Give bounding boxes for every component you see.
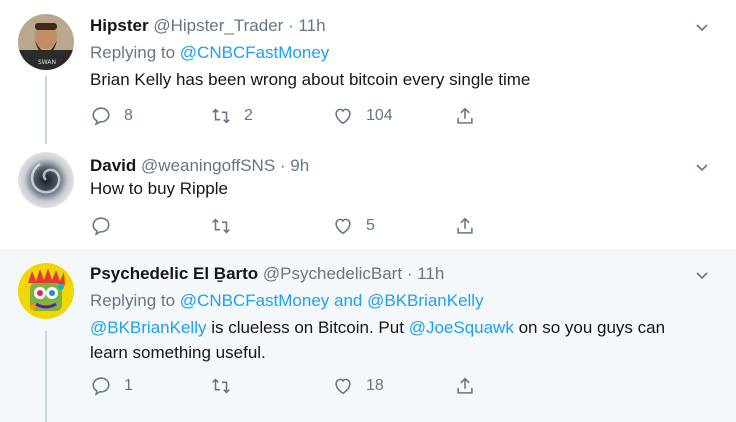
reply-button[interactable]: 8: [90, 103, 133, 129]
mention-link[interactable]: @CNBCFastMoney: [180, 291, 330, 310]
retweet-icon: [212, 378, 230, 394]
reply-icon: [92, 107, 110, 126]
tweet-psychedelic-bart[interactable]: Psychedelic El Ḇarto @PsychedelicBart · …: [0, 251, 736, 422]
thread-line: [45, 76, 47, 144]
mention-link[interactable]: @CNBCFastMoney: [180, 43, 330, 62]
chevron-down-icon[interactable]: [694, 267, 710, 283]
chevron-down-icon[interactable]: [694, 19, 710, 35]
reply-button[interactable]: [90, 213, 124, 239]
retweet-icon: [212, 108, 230, 124]
replying-to-and: and: [329, 291, 368, 310]
heart-icon: [335, 218, 351, 235]
like-count: 5: [366, 217, 375, 234]
share-button[interactable]: [454, 103, 476, 129]
retweet-button[interactable]: [210, 213, 244, 239]
tweet-text: @BKBrianKelly is clueless on Bitcoin. Pu…: [90, 316, 710, 340]
heart-icon: [335, 378, 351, 395]
replying-to-label: Replying to: [90, 43, 180, 62]
tweet-david[interactable]: David @weaningoffSNS · 9h How to buy Rip…: [0, 144, 736, 250]
reply-icon: [92, 377, 110, 396]
svg-text:SWAN: SWAN: [38, 59, 56, 66]
display-name[interactable]: Psychedelic El Ḇarto: [90, 264, 258, 283]
retweet-button[interactable]: 2: [210, 103, 253, 129]
tweet-header: Psychedelic El Ḇarto @PsychedelicBart · …: [90, 263, 444, 285]
share-icon: [457, 217, 473, 234]
tweet-actions: 1 18: [90, 373, 510, 399]
reply-count: 1: [124, 377, 133, 394]
avatar[interactable]: SWAN: [18, 14, 74, 70]
thread-line: [45, 331, 47, 422]
tweet-header: David @weaningoffSNS · 9h: [90, 155, 309, 177]
replying-to: Replying to @CNBCFastMoney: [90, 42, 329, 64]
timestamp[interactable]: · 11h: [288, 16, 326, 35]
reply-icon: [92, 217, 110, 236]
like-count: 18: [366, 377, 384, 394]
mention-link[interactable]: @BKBrianKelly: [367, 291, 483, 310]
tweet-text-part: on so you guys can: [513, 318, 666, 337]
reply-button[interactable]: 1: [90, 373, 133, 399]
tweet-actions: 8 2 104: [90, 103, 510, 129]
tweet-hipster[interactable]: SWAN Hipster @Hipster_Trader · 11h Reply…: [0, 0, 736, 144]
share-icon: [457, 107, 473, 124]
tweet-text-part: is clueless on Bitcoin. Put: [206, 318, 409, 337]
replying-to: Replying to @CNBCFastMoney and @BKBrianK…: [90, 290, 484, 312]
timestamp[interactable]: · 11h: [407, 264, 445, 283]
mention-link[interactable]: @JoeSquawk: [409, 318, 514, 337]
tweet-header: Hipster @Hipster_Trader · 11h: [90, 15, 326, 37]
replying-to-label: Replying to: [90, 291, 180, 310]
chevron-down-icon[interactable]: [694, 159, 710, 175]
avatar[interactable]: [18, 152, 74, 208]
display-name[interactable]: David: [90, 156, 136, 175]
like-button[interactable]: 104: [332, 103, 393, 129]
share-button[interactable]: [454, 373, 476, 399]
tweet-actions: 5: [90, 213, 510, 239]
user-handle[interactable]: @weaningoffSNS: [141, 156, 275, 175]
share-icon: [457, 377, 473, 394]
retweet-icon: [212, 218, 230, 234]
reply-count: 8: [124, 107, 133, 124]
retweet-count: 2: [244, 107, 253, 124]
like-button[interactable]: 18: [332, 373, 384, 399]
like-count: 104: [366, 107, 393, 124]
timestamp[interactable]: · 9h: [280, 156, 309, 175]
mention-link[interactable]: @BKBrianKelly: [90, 318, 206, 337]
avatar[interactable]: [18, 263, 74, 319]
heart-icon: [335, 108, 351, 125]
user-handle[interactable]: @PsychedelicBart: [263, 264, 402, 283]
display-name[interactable]: Hipster: [90, 16, 149, 35]
share-button[interactable]: [454, 213, 476, 239]
retweet-button[interactable]: [210, 373, 244, 399]
tweet-text: Brian Kelly has been wrong about bitcoin…: [90, 70, 531, 89]
tweet-text-line-2: learn something useful.: [90, 343, 266, 362]
like-button[interactable]: 5: [332, 213, 375, 239]
tweet-text: How to buy Ripple: [90, 179, 228, 198]
user-handle[interactable]: @Hipster_Trader: [153, 16, 283, 35]
